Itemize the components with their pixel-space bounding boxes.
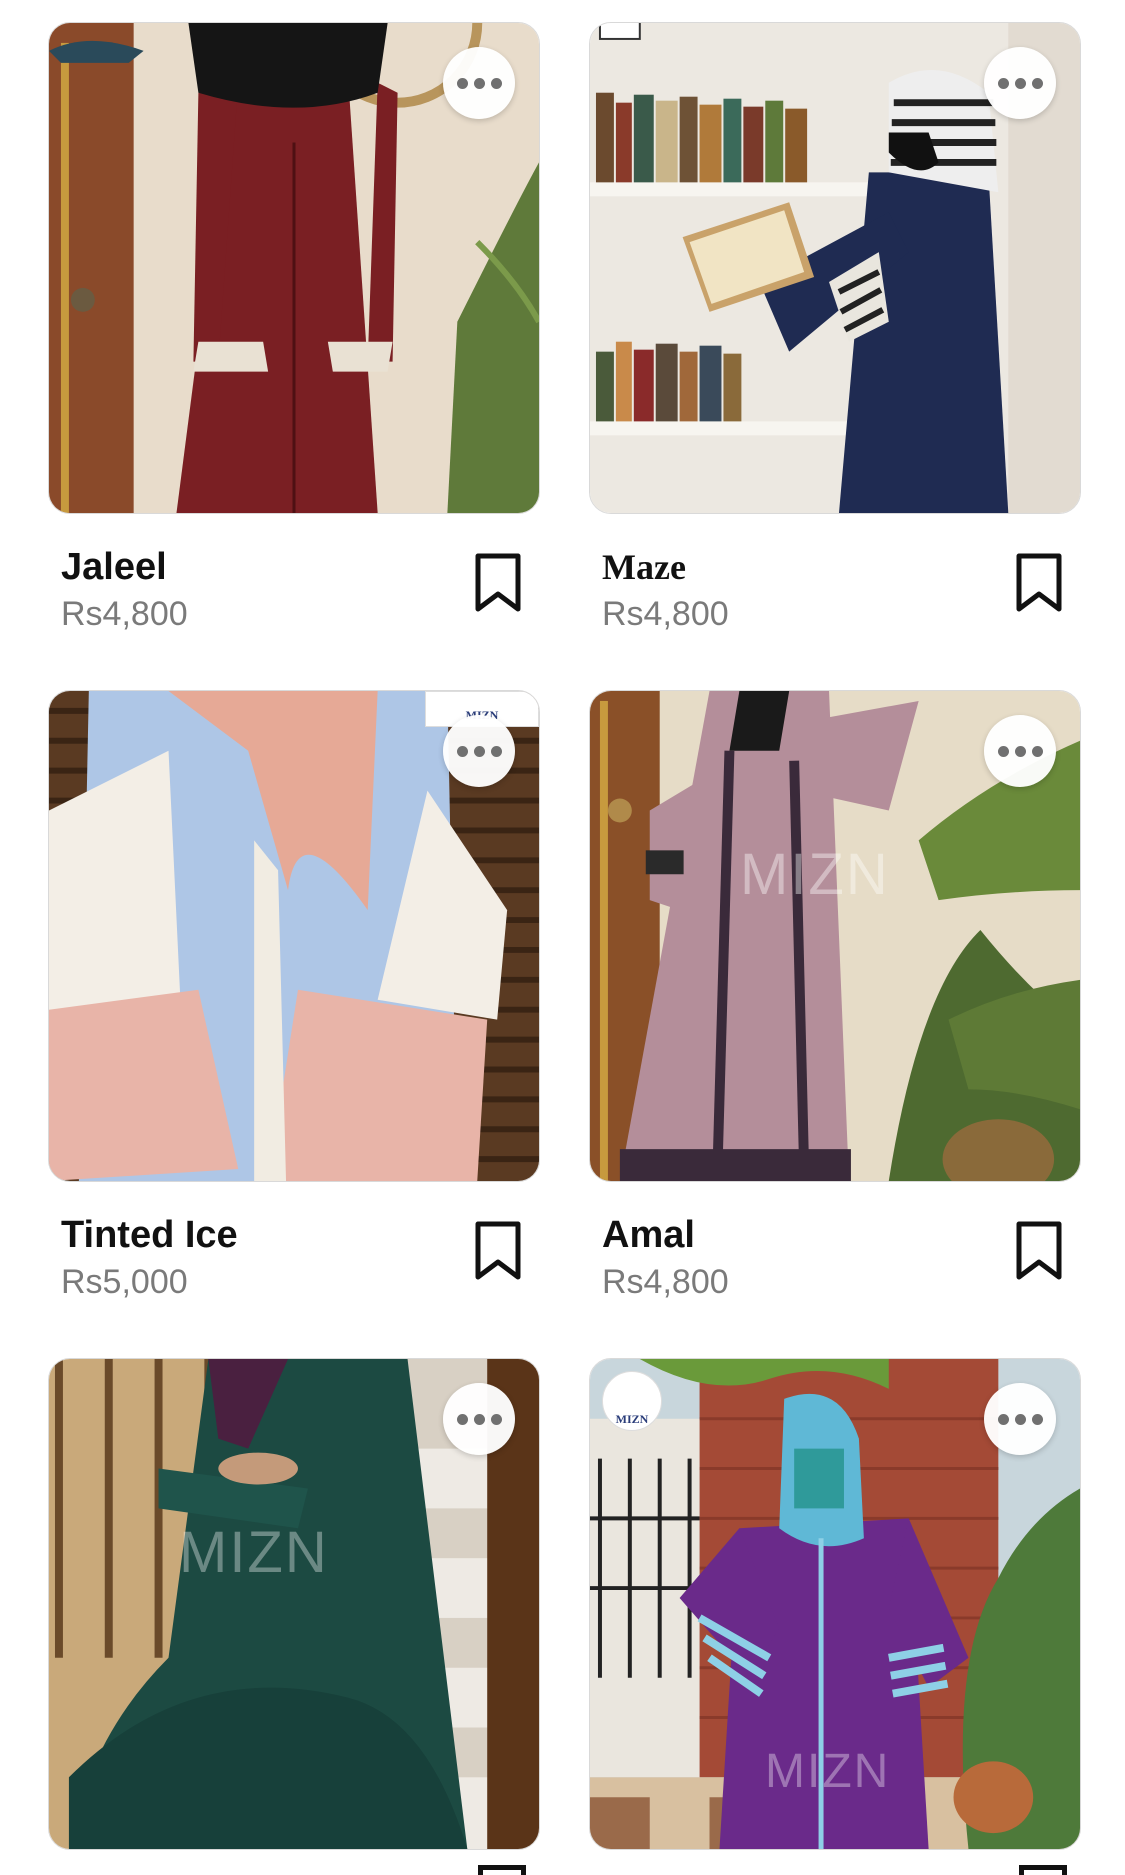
product-price: Rs4,800: [602, 1263, 729, 1301]
more-options-button[interactable]: [984, 715, 1056, 787]
product-name[interactable]: Jaleel: [61, 544, 540, 590]
product-card-amal[interactable]: MIZN Amal Rs4,800: [589, 690, 1081, 1312]
more-options-button[interactable]: [443, 1383, 515, 1455]
more-options-button[interactable]: [443, 715, 515, 787]
product-info: Amal Rs4,800: [589, 1182, 1081, 1312]
product-card-tinted-ice[interactable]: MIZN Tinted Ice Rs5,000: [48, 690, 540, 1312]
product-info: Maze Rs4,800: [589, 514, 1081, 644]
brand-watermark: MIZN: [765, 1745, 891, 1798]
product-image[interactable]: [589, 22, 1081, 514]
save-button[interactable]: [474, 552, 522, 614]
more-horizontal-icon: [456, 1413, 468, 1425]
product-price: Rs4,800: [602, 595, 729, 633]
more-options-button[interactable]: [443, 47, 515, 119]
more-horizontal-icon: [997, 77, 1009, 89]
brand-watermark: MIZN: [740, 842, 890, 907]
more-horizontal-icon: [456, 77, 468, 89]
brand-logo: MIZN: [602, 1371, 662, 1431]
save-button[interactable]: [474, 1220, 522, 1282]
bookmark-icon[interactable]: [1019, 1865, 1067, 1875]
product-card-maze[interactable]: Maze Rs4,800: [589, 22, 1081, 644]
product-image[interactable]: MIZN: [48, 690, 540, 1182]
more-horizontal-icon: [997, 745, 1009, 757]
product-image[interactable]: MIZN MIZN: [589, 1358, 1081, 1850]
product-price: Rs4,800: [61, 595, 188, 633]
product-image[interactable]: MIZN: [589, 690, 1081, 1182]
brand-watermark: MIZN: [179, 1520, 329, 1585]
more-options-button[interactable]: [984, 1383, 1056, 1455]
product-card-purple[interactable]: MIZN MIZN: [589, 1358, 1081, 1850]
product-name[interactable]: Tinted Ice: [61, 1212, 540, 1258]
product-name[interactable]: Maze: [602, 544, 1081, 590]
product-info: Jaleel Rs4,800: [48, 514, 540, 644]
save-button[interactable]: [1015, 1220, 1063, 1282]
bookmark-icon: [475, 553, 521, 612]
bookmark-icon: [1016, 1221, 1062, 1280]
save-button[interactable]: [1015, 552, 1063, 614]
bookmark-icon: [1016, 553, 1062, 612]
product-image[interactable]: [48, 22, 540, 514]
product-card-jaleel[interactable]: Jaleel Rs4,800: [48, 22, 540, 644]
bookmark-icon: [475, 1221, 521, 1280]
product-card-emerald[interactable]: MIZN: [48, 1358, 540, 1850]
product-name[interactable]: Amal: [602, 1212, 1081, 1258]
product-grid: Jaleel Rs4,800 Maze Rs4,800 Tinted Ice R…: [0, 0, 1125, 1875]
more-horizontal-icon: [456, 745, 468, 757]
more-horizontal-icon: [997, 1413, 1009, 1425]
product-price: Rs5,000: [61, 1263, 188, 1301]
more-options-button[interactable]: [984, 47, 1056, 119]
product-image[interactable]: MIZN: [48, 1358, 540, 1850]
product-info: Tinted Ice Rs5,000: [48, 1182, 540, 1312]
bookmark-icon[interactable]: [478, 1865, 526, 1875]
